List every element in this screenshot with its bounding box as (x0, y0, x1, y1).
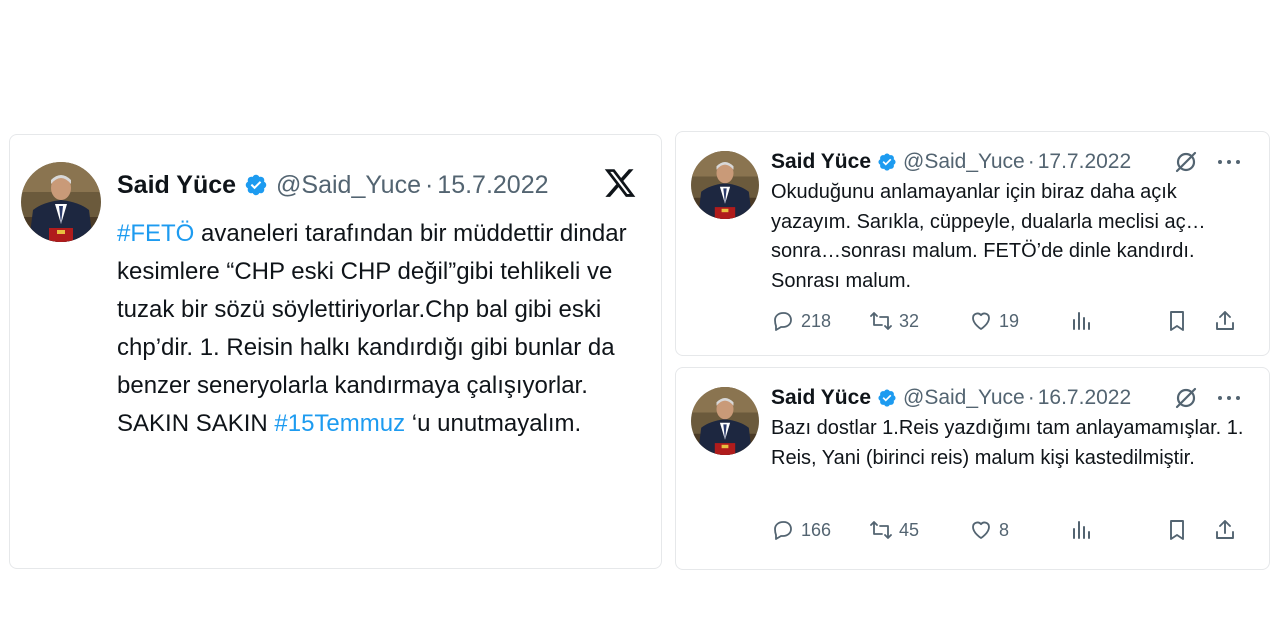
reply-count: 218 (801, 310, 832, 331)
like-count: 19 (999, 310, 1020, 331)
author-name[interactable]: Said Yüce (117, 171, 236, 200)
bookmark-icon (1170, 520, 1184, 540)
verified-badge-icon (877, 152, 897, 172)
tweet-header: Said Yüce @Said_Yuce · 16.7.2022 (771, 384, 1131, 412)
reply-button[interactable]: 218 (771, 306, 831, 336)
tweet-text-segment: avaneleri tarafından bir müddettir dinda… (117, 220, 627, 437)
tweet-date[interactable]: 15.7.2022 (437, 171, 548, 200)
more-options-icon[interactable] (1216, 388, 1242, 408)
grok-icon[interactable] (1174, 386, 1198, 410)
reply-count: 166 (801, 519, 832, 540)
views-chart-icon (1073, 521, 1090, 539)
reply-button[interactable]: 166 (771, 515, 831, 545)
share-button[interactable] (1213, 515, 1237, 545)
tweet-date[interactable]: 16.7.2022 (1038, 386, 1131, 410)
author-handle[interactable]: @Said_Yuce (903, 150, 1025, 174)
grok-icon[interactable] (1174, 150, 1198, 174)
action-bar: 166 45 8 (771, 515, 1251, 545)
retweet-icon (870, 312, 892, 330)
main-tweet-card[interactable]: Said Yüce @Said_Yuce · 15.7.2022 #FETÖ a… (9, 134, 662, 569)
avatar[interactable] (691, 151, 759, 219)
bookmark-button[interactable] (1165, 306, 1189, 336)
author-handle[interactable]: @Said_Yuce (276, 171, 421, 200)
tweet-text: #FETÖ avaneleri tarafından bir müddettir… (117, 215, 647, 443)
like-button[interactable]: 19 (969, 306, 1019, 336)
avatar[interactable] (691, 387, 759, 455)
reply-tweet-card[interactable]: Said Yüce @Said_Yuce · 17.7.2022 Okuduğu… (675, 131, 1270, 356)
more-options-icon[interactable] (1216, 152, 1242, 172)
hashtag-link[interactable]: #15Temmuz (274, 410, 405, 437)
verified-badge-icon (877, 388, 897, 408)
heart-icon (972, 521, 990, 539)
share-icon (1216, 311, 1234, 330)
author-name[interactable]: Said Yüce (771, 150, 871, 174)
author-name[interactable]: Said Yüce (771, 386, 871, 410)
tweet-date[interactable]: 17.7.2022 (1038, 150, 1131, 174)
views-button[interactable] (1069, 515, 1093, 545)
separator: · (1027, 150, 1035, 173)
hashtag-link[interactable]: #FETÖ (117, 220, 194, 247)
share-icon (1216, 520, 1234, 539)
retweet-count: 32 (899, 310, 920, 331)
views-button[interactable] (1069, 306, 1093, 336)
bookmark-button[interactable] (1165, 515, 1189, 545)
reply-tweet-card[interactable]: Said Yüce @Said_Yuce · 16.7.2022 Bazı do… (675, 367, 1270, 570)
retweet-button[interactable]: 32 (869, 306, 919, 336)
author-handle[interactable]: @Said_Yuce (903, 386, 1025, 410)
heart-icon (972, 312, 990, 330)
retweet-count: 45 (899, 519, 920, 540)
tweet-header: Said Yüce @Said_Yuce · 17.7.2022 (771, 148, 1131, 176)
tweet-text: Bazı dostlar 1.Reis yazdığımı tam anlaya… (771, 417, 1244, 469)
x-logo-icon[interactable] (603, 166, 637, 200)
tweet-text-segment: ‘u unutmayalım. (405, 410, 582, 437)
retweet-button[interactable]: 45 (869, 515, 919, 545)
verified-badge-icon (244, 173, 268, 197)
views-chart-icon (1073, 312, 1090, 330)
action-bar: 218 32 19 (771, 306, 1251, 336)
like-count: 8 (999, 519, 1010, 540)
avatar[interactable] (21, 162, 101, 242)
comment-icon (774, 521, 792, 540)
comment-icon (774, 312, 792, 331)
like-button[interactable]: 8 (969, 515, 1009, 545)
separator: · (1027, 386, 1035, 409)
bookmark-icon (1170, 311, 1184, 331)
separator: · (424, 170, 434, 199)
retweet-icon (870, 521, 892, 539)
tweet-text: Okuduğunu anlamayanlar için biraz daha a… (771, 181, 1206, 292)
share-button[interactable] (1213, 306, 1237, 336)
tweet-header: Said Yüce @Said_Yuce · 15.7.2022 (117, 169, 549, 201)
